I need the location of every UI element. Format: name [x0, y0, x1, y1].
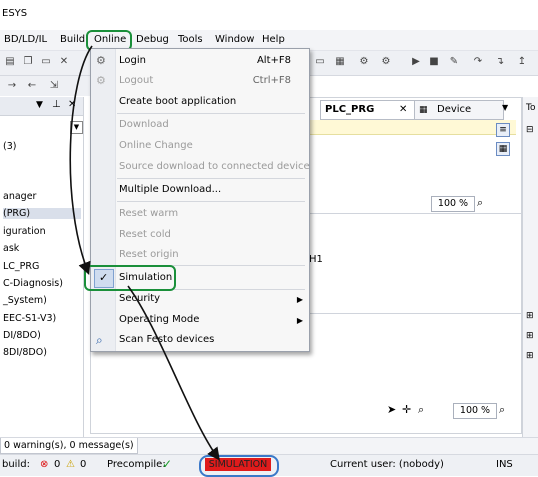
annotation-arrows: [69, 45, 220, 461]
arrow-online-to-simulation: [69, 45, 93, 275]
arrow-simulation-to-status: [127, 285, 220, 461]
